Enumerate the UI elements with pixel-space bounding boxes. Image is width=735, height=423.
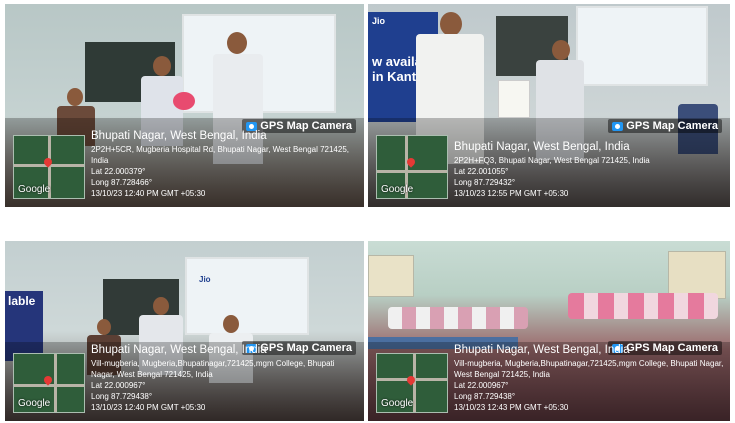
longitude: Long 87.729432° <box>454 178 516 187</box>
location-title: Bhupati Nagar, West Bengal, India <box>454 344 630 356</box>
flower-bouquet <box>173 92 195 110</box>
gps-badge: GPS Map Camera <box>608 119 722 133</box>
address: Vill-mugberia, Mugberia,Bhupatinagar,721… <box>454 359 724 379</box>
map-thumbnail: Google <box>376 135 448 199</box>
latitude: Lat 22.001055° <box>454 167 509 176</box>
datetime: 13/10/23 12:55 PM GMT +05:30 <box>454 189 569 198</box>
gps-info: Bhupati Nagar, West Bengal, India 2P2H+F… <box>454 141 724 199</box>
badge-label: GPS Map Camera <box>626 120 718 132</box>
map-thumbnail: Google <box>376 353 448 413</box>
banner-text: lable <box>8 294 36 308</box>
window <box>368 255 414 297</box>
person-head <box>67 88 83 106</box>
certificate <box>498 80 530 118</box>
gps-info: Bhupati Nagar, West Bengal, India 2P2H+5… <box>91 130 358 199</box>
location-title: Bhupati Nagar, West Bengal, India <box>91 130 267 142</box>
gps-info: Bhupati Nagar, West Bengal, India Vill-m… <box>91 344 358 413</box>
photo-1: GPS Map Camera Google Bhupati Nagar, Wes… <box>5 4 364 207</box>
audience-row <box>388 307 528 329</box>
window <box>668 251 726 299</box>
latitude: Lat 22.000967° <box>91 381 146 390</box>
jio-logo-text: Jio <box>199 275 211 284</box>
location-title: Bhupati Nagar, West Bengal, India <box>91 344 267 356</box>
google-logo: Google <box>381 184 414 195</box>
google-logo: Google <box>18 398 51 409</box>
projector-screen <box>576 6 708 86</box>
jio-logo-text: Jio <box>372 16 386 26</box>
location-title: Bhupati Nagar, West Bengal, India <box>454 141 630 153</box>
camera-icon <box>612 121 624 131</box>
address: 2P2H+5CR, Mugberia Hospital Rd, Bhupati … <box>91 145 350 165</box>
person-head <box>552 40 570 60</box>
person-head <box>440 12 462 36</box>
person-head <box>153 297 169 315</box>
photo-2: Jio w availa in Kanth GPS Map Camera Goo… <box>368 4 730 207</box>
projector-screen: Jio <box>185 257 309 335</box>
address: 2P2H+FQ3, Bhupati Nagar, West Bengal 721… <box>454 156 650 165</box>
datetime: 13/10/23 12:40 PM GMT +05:30 <box>91 189 206 198</box>
audience-row <box>568 293 718 319</box>
datetime: 13/10/23 12:40 PM GMT +05:30 <box>91 403 206 412</box>
map-thumbnail: Google <box>13 135 85 199</box>
google-logo: Google <box>18 184 51 195</box>
photo-4: GPS Map Camera Google Bhupati Nagar, Wes… <box>368 241 730 421</box>
address: Vill-mugberia, Mugberia,Bhupatinagar,721… <box>91 359 335 379</box>
latitude: Lat 22.000379° <box>91 167 146 176</box>
photo-3: lable Jio GPS Map Camera Google Bhupati … <box>5 241 364 421</box>
person-head <box>97 319 111 335</box>
person-head <box>227 32 247 54</box>
latitude: Lat 22.000967° <box>454 381 509 390</box>
map-thumbnail: Google <box>13 353 85 413</box>
longitude: Long 87.729438° <box>91 392 153 401</box>
longitude: Long 87.728466° <box>91 178 153 187</box>
person-head <box>153 56 171 76</box>
google-logo: Google <box>381 398 414 409</box>
datetime: 13/10/23 12:43 PM GMT +05:30 <box>454 403 569 412</box>
longitude: Long 87.729438° <box>454 392 516 401</box>
person-head <box>223 315 239 333</box>
gps-info: Bhupati Nagar, West Bengal, India Vill-m… <box>454 344 724 413</box>
